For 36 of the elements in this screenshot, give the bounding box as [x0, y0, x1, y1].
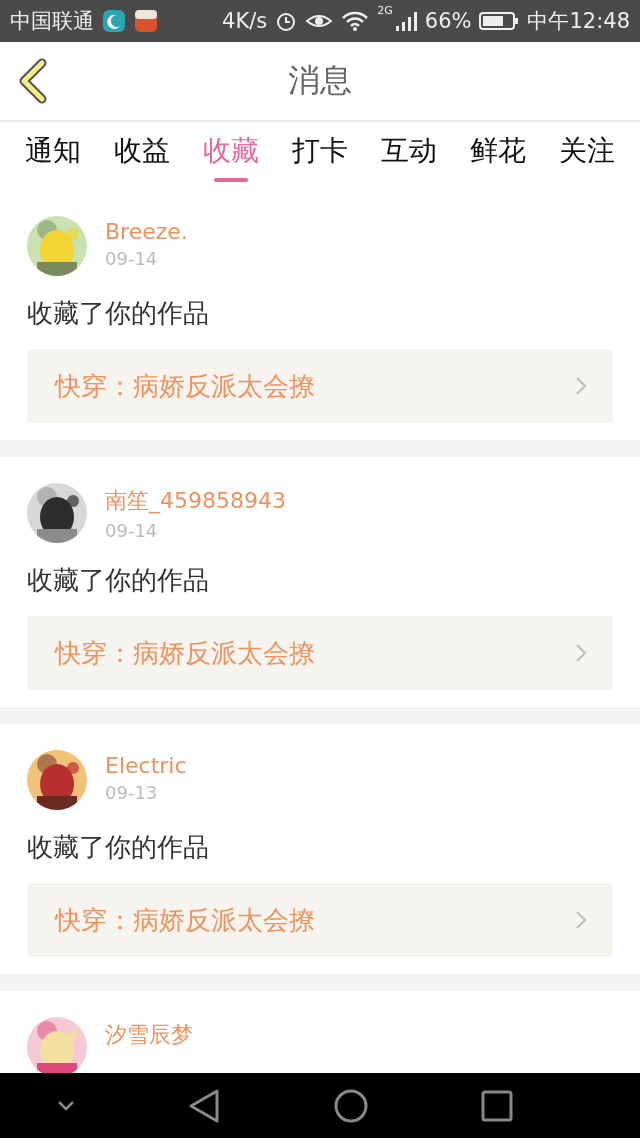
- signal-icon: [394, 10, 417, 32]
- tab[interactable]: 互动: [381, 132, 437, 182]
- back-icon[interactable]: [188, 1088, 221, 1123]
- alarm-icon: [275, 10, 298, 32]
- tab-indicator: [214, 178, 248, 182]
- tab[interactable]: 收益: [114, 132, 170, 182]
- moon-icon: [102, 9, 126, 33]
- page-title: 消息: [287, 60, 353, 101]
- recents-icon[interactable]: [481, 1089, 514, 1122]
- network-speed: 4K/s: [222, 9, 268, 33]
- message-date: 09-14: [105, 520, 159, 541]
- message-text: 收藏了你的作品: [27, 564, 210, 597]
- message-date: 09-13: [105, 782, 159, 803]
- carrier: 中国联通: [10, 8, 94, 35]
- user-name: 汐雪辰梦: [105, 1021, 193, 1049]
- app-icon: [134, 9, 158, 33]
- tab[interactable]: 打卡: [292, 132, 348, 182]
- battery-icon: [479, 11, 520, 31]
- home-icon[interactable]: [333, 1088, 368, 1123]
- user-name: 南笙_459858943: [105, 487, 286, 516]
- wifi-icon: [341, 10, 370, 32]
- clock: 中午12:48: [527, 8, 630, 35]
- collapse-icon[interactable]: [56, 1099, 75, 1112]
- user-name: Breeze.: [105, 219, 188, 244]
- battery-percent: 66%: [424, 9, 472, 33]
- chevron-right-icon: [575, 910, 587, 930]
- tab[interactable]: 通知: [25, 132, 81, 182]
- tab[interactable]: 关注: [559, 132, 615, 182]
- network-type: 2G: [377, 4, 393, 17]
- message-date: 09-14: [105, 248, 159, 269]
- user-name: Electric: [105, 753, 187, 778]
- chevron-right-icon: [575, 376, 587, 396]
- chevron-right-icon: [575, 643, 587, 663]
- message-text: 收藏了你的作品: [27, 831, 210, 864]
- tab[interactable]: 鲜花: [470, 132, 526, 182]
- message-text: 收藏了你的作品: [27, 297, 210, 330]
